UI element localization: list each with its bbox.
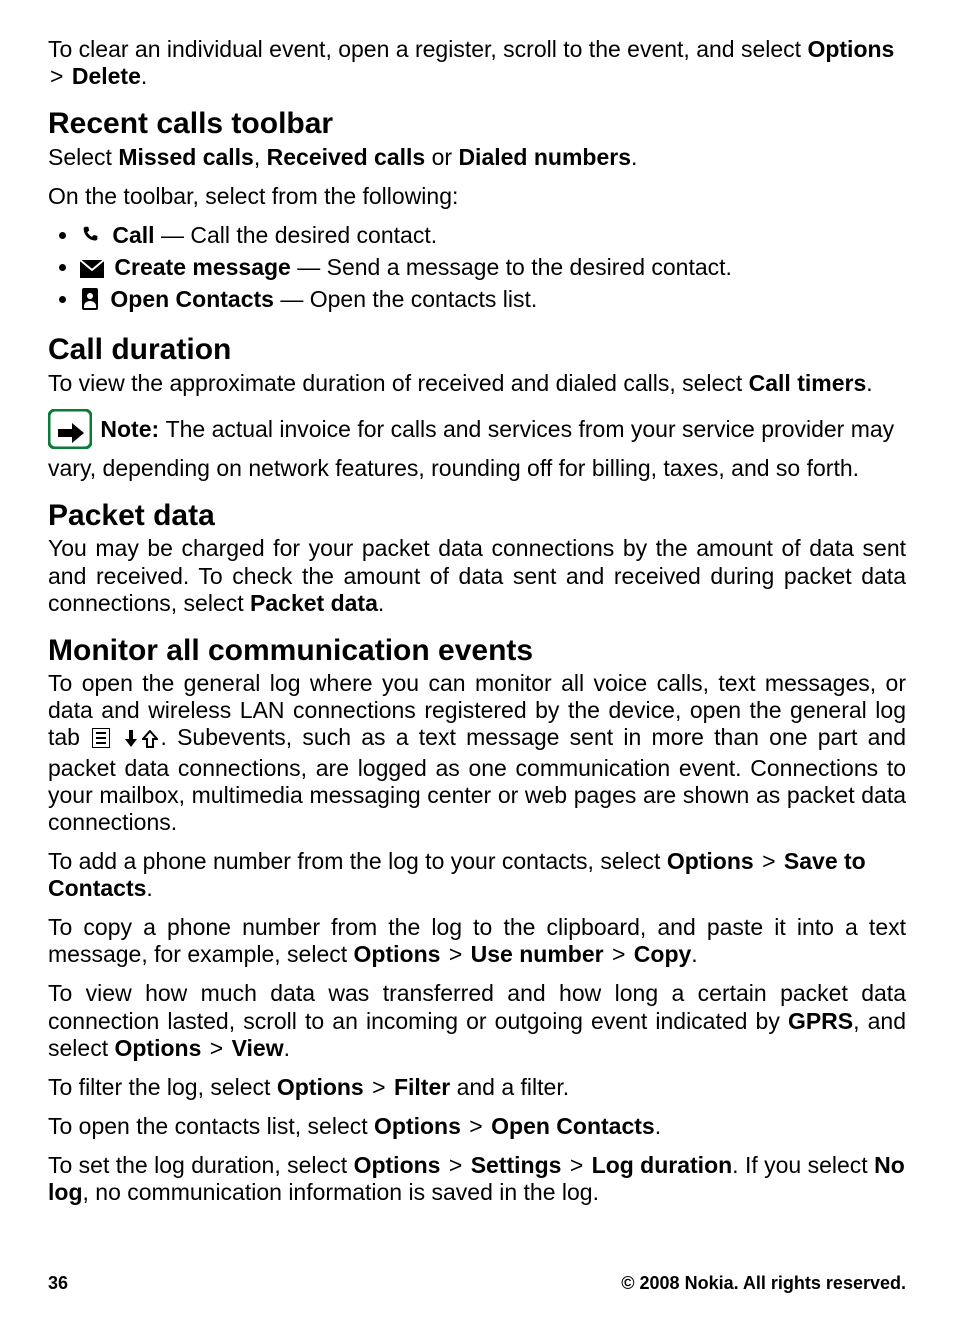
open-contacts-label: Open Contacts <box>110 286 274 312</box>
period: . <box>284 1035 290 1061</box>
delete-label: Delete <box>72 63 141 89</box>
monitor-heading: Monitor all communication events <box>48 633 906 668</box>
toolbar-intro: On the toolbar, select from the followin… <box>48 183 906 210</box>
breadcrumb-separator: > <box>447 1152 464 1178</box>
call-duration-sentence: To view the approximate duration of rece… <box>48 370 906 397</box>
period: . <box>655 1113 661 1139</box>
list-item: Call — Call the desired contact. <box>80 222 906 252</box>
copyright: © 2008 Nokia. All rights reserved. <box>621 1273 906 1294</box>
text: , no communication information is saved … <box>83 1179 600 1205</box>
use-number-label: Use number <box>471 941 604 967</box>
phone-icon <box>80 224 102 252</box>
note-label: Note: <box>100 416 165 442</box>
breadcrumb-separator: > <box>208 1035 225 1061</box>
text: and a filter. <box>450 1074 569 1100</box>
period: . <box>141 63 147 89</box>
settings-label: Settings <box>471 1152 562 1178</box>
text: To view the approximate duration of rece… <box>48 370 749 396</box>
missed-calls-label: Missed calls <box>118 144 254 170</box>
period: . <box>378 590 384 616</box>
log-duration-label: Log duration <box>592 1152 733 1178</box>
text: You may be charged for your packet data … <box>48 535 906 615</box>
call-desc: — Call the desired contact. <box>155 222 438 248</box>
page-number: 36 <box>48 1273 68 1294</box>
text: . If you select <box>732 1152 874 1178</box>
envelope-icon <box>80 257 104 284</box>
period: . <box>146 875 152 901</box>
breadcrumb-separator: > <box>48 63 65 89</box>
options-label: Options <box>807 36 894 62</box>
monitor-add-number: To add a phone number from the log to yo… <box>48 848 906 902</box>
down-arrow-icon <box>124 727 138 754</box>
manual-page: To clear an individual event, open a reg… <box>0 0 954 1322</box>
call-duration-heading: Call duration <box>48 332 906 367</box>
contacts-icon <box>80 288 100 316</box>
open-contacts-label: Open Contacts <box>491 1113 655 1139</box>
page-footer: 36 © 2008 Nokia. All rights reserved. <box>48 1273 906 1294</box>
list-item: Create message — Send a message to the d… <box>80 254 906 284</box>
options-label: Options <box>667 848 754 874</box>
monitor-gprs: To view how much data was transferred an… <box>48 980 906 1061</box>
options-label: Options <box>114 1035 201 1061</box>
options-label: Options <box>354 1152 441 1178</box>
period: . <box>631 144 637 170</box>
text: To view how much data was transferred an… <box>48 980 906 1033</box>
text: . Subevents, such as a text message sent… <box>48 724 906 834</box>
call-timers-label: Call timers <box>749 370 867 396</box>
up-arrow-outline-icon <box>142 727 158 754</box>
create-message-label: Create message <box>114 254 290 280</box>
monitor-open-contacts: To open the contacts list, select Option… <box>48 1113 906 1140</box>
monitor-p1: To open the general log where you can mo… <box>48 670 906 836</box>
breadcrumb-separator: > <box>610 941 627 967</box>
note-arrow-icon <box>48 409 92 455</box>
recent-select-sentence: Select Missed calls, Received calls or D… <box>48 144 906 171</box>
text: To set the log duration, select <box>48 1152 354 1178</box>
text: To open the contacts list, select <box>48 1113 374 1139</box>
note-block: Note: The actual invoice for calls and s… <box>48 409 906 482</box>
text: Select <box>48 144 118 170</box>
monitor-filter: To filter the log, select Options > Filt… <box>48 1074 906 1101</box>
text: To add a phone number from the log to yo… <box>48 848 667 874</box>
options-label: Options <box>374 1113 461 1139</box>
note-body: The actual invoice for calls and service… <box>48 416 894 481</box>
packet-data-sentence: You may be charged for your packet data … <box>48 535 906 616</box>
open-contacts-desc: — Open the contacts list. <box>274 286 537 312</box>
breadcrumb-separator: > <box>760 848 777 874</box>
toolbar-options-list: Call — Call the desired contact. Create … <box>48 222 906 316</box>
breadcrumb-separator: > <box>447 941 464 967</box>
text: , <box>254 144 267 170</box>
period: . <box>691 941 697 967</box>
list-item: Open Contacts — Open the contacts list. <box>80 286 906 316</box>
packet-data-heading: Packet data <box>48 498 906 533</box>
options-label: Options <box>354 941 441 967</box>
text: To clear an individual event, open a reg… <box>48 36 807 62</box>
list-icon <box>92 727 110 754</box>
breadcrumb-separator: > <box>467 1113 484 1139</box>
clear-event-paragraph: To clear an individual event, open a reg… <box>48 36 906 90</box>
monitor-log-duration: To set the log duration, select Options … <box>48 1152 906 1206</box>
monitor-copy-number: To copy a phone number from the log to t… <box>48 914 906 968</box>
dialed-numbers-label: Dialed numbers <box>458 144 631 170</box>
call-label: Call <box>112 222 154 248</box>
packet-data-label: Packet data <box>250 590 378 616</box>
breadcrumb-separator: > <box>370 1074 387 1100</box>
options-label: Options <box>277 1074 364 1100</box>
received-calls-label: Received calls <box>267 144 426 170</box>
view-label: View <box>232 1035 284 1061</box>
copy-label: Copy <box>634 941 692 967</box>
recent-calls-heading: Recent calls toolbar <box>48 106 906 141</box>
create-message-desc: — Send a message to the desired contact. <box>291 254 732 280</box>
gprs-label: GPRS <box>788 1008 853 1034</box>
breadcrumb-separator: > <box>568 1152 585 1178</box>
text: or <box>425 144 458 170</box>
filter-label: Filter <box>394 1074 450 1100</box>
period: . <box>866 370 872 396</box>
text: To filter the log, select <box>48 1074 277 1100</box>
